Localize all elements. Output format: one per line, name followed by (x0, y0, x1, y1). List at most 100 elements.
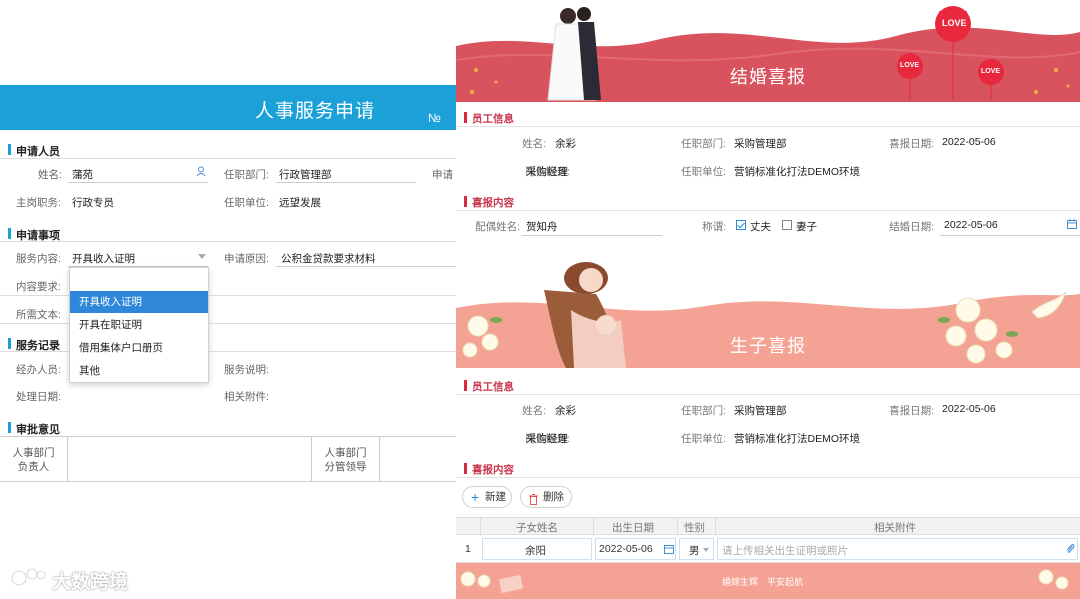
balloon-label: LOVE (942, 18, 967, 28)
wedding-title: 结婚喜报 (730, 67, 806, 87)
underline (276, 266, 456, 267)
plus-icon: + (471, 489, 480, 505)
reason-label: 申请原因: (224, 253, 269, 265)
header-gender: 性别 (684, 522, 705, 534)
hr-form-title: 人事服务申请 (255, 101, 376, 122)
calendar-icon[interactable] (664, 544, 674, 554)
position-field[interactable]: 行政专员 (72, 195, 114, 210)
col-divider (715, 518, 716, 536)
birth-footer-banner: 婚嫁生辉 平安起航 (456, 563, 1080, 599)
paperclip-icon[interactable] (1066, 543, 1075, 555)
header-attachment: 相关附件 (874, 522, 916, 534)
service-content-select[interactable]: 开具收入证明 (72, 251, 135, 266)
spouse-field[interactable]: 贺知舟 (526, 219, 558, 234)
spouse-label: 配偶姓名: (475, 221, 520, 233)
calendar-icon[interactable] (1067, 219, 1077, 229)
birth-date-field[interactable]: 2022-05-06 (595, 538, 676, 560)
wedding-unit-value: 营销标准化打法DEMO环境 (734, 166, 860, 178)
watermark-text: 大数跨境 (52, 572, 129, 593)
underline (940, 235, 1080, 236)
dept-leader-opinion-field[interactable] (381, 437, 456, 481)
underline (522, 235, 662, 236)
dept-head-opinion-field[interactable] (68, 437, 312, 481)
add-row-button[interactable]: + 新建 (462, 486, 512, 508)
unit-label: 任职单位: (224, 197, 269, 209)
announcement-panel: LOVE LOVE LOVE 结婚喜报 员工信息 姓名: 余彩 任职部门: 采购… (456, 0, 1080, 599)
birth-position-value: 采购经理 (526, 433, 568, 445)
birth-name-label: 姓名: (522, 405, 546, 417)
dropdown-option-other[interactable]: 其他 (70, 360, 208, 382)
balloon-label: LOVE (981, 68, 1001, 75)
divider (456, 477, 1080, 478)
name-field[interactable]: 蒲苑 (72, 167, 93, 182)
dept-leader-label-1: 人事部门 (324, 447, 367, 459)
brand-logo-icon (10, 566, 48, 588)
dropdown-option-income-proof[interactable]: 开具收入证明 (70, 291, 208, 313)
wedding-dept-label: 任职部门: (681, 138, 726, 150)
col-divider (593, 518, 594, 536)
divider (0, 158, 456, 159)
service-content-label: 服务内容: (16, 253, 61, 265)
birth-section-employee: 员工信息 (464, 379, 514, 394)
dept-field[interactable]: 行政管理部 (279, 167, 332, 182)
birth-title: 生子喜报 (730, 336, 806, 356)
birth-date-value: 2022-05-06 (942, 403, 996, 415)
gender-select[interactable]: 男 (679, 538, 714, 560)
service-desc-label: 服务说明: (224, 364, 269, 376)
underline (276, 182, 416, 183)
user-picker-icon[interactable] (196, 166, 206, 177)
col-divider (480, 518, 481, 536)
birth-unit-value: 营销标准化打法DEMO环境 (734, 433, 860, 445)
wife-checkbox[interactable] (782, 220, 792, 230)
child-name-field[interactable]: 余阳 (482, 538, 592, 560)
hr-service-form: 人事服务申请 № 申请人员 姓名: 蒲苑 任职部门: 行政管理部 申请 主岗职务… (0, 0, 456, 599)
birth-date-value-cell: 2022-05-06 (599, 543, 653, 555)
wedding-unit-label: 任职单位: (681, 166, 726, 178)
divider (0, 241, 456, 242)
delete-row-label: 删除 (543, 491, 564, 503)
position-label: 主岗职务: (16, 197, 61, 209)
handler-label: 经办人员: (16, 364, 61, 376)
divider (456, 210, 1080, 211)
wedding-name-label: 姓名: (522, 138, 546, 150)
apply-label: 申请 (432, 169, 453, 181)
husband-checkbox[interactable] (736, 220, 746, 230)
balloon-label: LOVE (900, 62, 920, 69)
dept-label: 任职部门: (224, 169, 269, 181)
service-content-dropdown[interactable]: 开具收入证明 开具在职证明 借用集体户口册页 其他 (69, 267, 209, 383)
birth-dept-label: 任职部门: (681, 405, 726, 417)
brand-watermark: 大数跨境 (10, 564, 150, 593)
dropdown-option-employment-proof[interactable]: 开具在职证明 (70, 314, 208, 336)
dept-head-label-2: 负责人 (17, 461, 50, 473)
wedding-day-label: 结婚日期: (889, 221, 934, 233)
dept-leader-label-2: 分管领导 (324, 461, 367, 473)
wedding-name-value: 余彩 (555, 138, 576, 150)
wedding-banner: LOVE LOVE LOVE 结婚喜报 (456, 0, 1080, 102)
delete-row-button[interactable]: 删除 (520, 486, 572, 508)
chevron-down-icon[interactable] (198, 254, 206, 259)
approval-table: 人事部门 负责人 人事部门 分管领导 (0, 436, 456, 482)
divider (456, 126, 1080, 127)
divider (456, 394, 1080, 395)
attachment-upload-field[interactable]: 请上传相关出生证明或照片 (717, 538, 1078, 560)
chevron-down-icon (703, 548, 709, 552)
dept-head-label-1: 人事部门 (12, 447, 55, 459)
footer-text: 婚嫁生辉 平安起航 (722, 577, 804, 587)
add-row-label: 新建 (485, 491, 506, 503)
gender-value: 男 (689, 545, 700, 557)
reason-field[interactable]: 公积金贷款要求材料 (281, 251, 376, 266)
dropdown-option-household-register[interactable]: 借用集体户口册页 (70, 337, 208, 359)
hr-form-header: 人事服务申请 № (0, 85, 456, 130)
birth-name-value: 余彩 (555, 405, 576, 417)
birth-unit-label: 任职单位: (681, 433, 726, 445)
form-number-label: № (428, 111, 441, 125)
unit-field[interactable]: 远望发展 (279, 195, 321, 210)
row-index: 1 (465, 543, 471, 555)
wedding-dept-value: 采购管理部 (734, 138, 787, 150)
birth-date-label: 喜报日期: (889, 405, 934, 417)
wedding-day-field[interactable]: 2022-05-06 (944, 219, 998, 231)
section-approval: 审批意见 (8, 421, 60, 437)
underline (68, 182, 208, 183)
wedding-date-value: 2022-05-06 (942, 136, 996, 148)
child-name-value: 余阳 (525, 545, 546, 557)
